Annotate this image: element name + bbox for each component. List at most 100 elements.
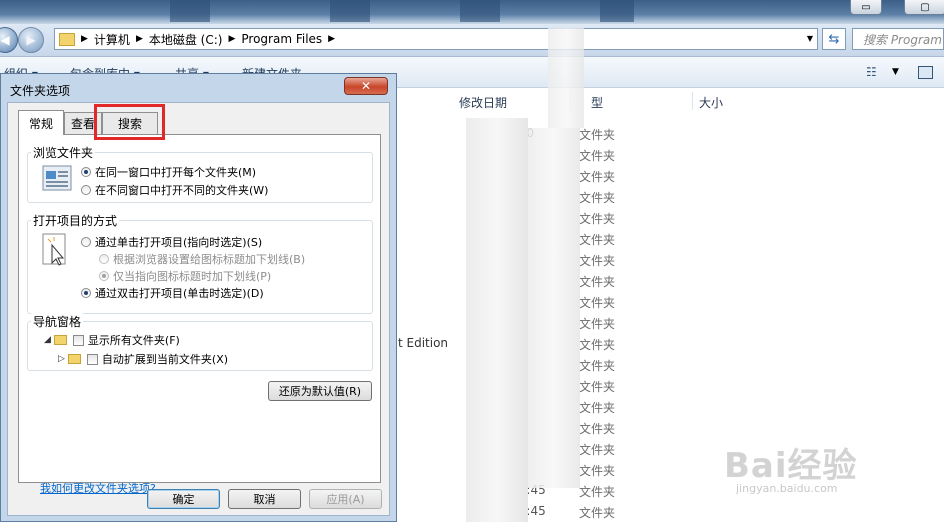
checkbox-show-all-folders[interactable] [72,334,84,346]
tree-collapsed-icon: ▷ [58,354,65,364]
show-all-folders-label: 显示所有文件夹(F) [87,334,180,347]
row-type[interactable]: 文件夹 [579,504,615,521]
folder-icon [53,335,67,345]
breadcrumb-separator-icon[interactable]: ▶ [228,34,235,44]
underline-browser-option[interactable]: 根据浏览器设置给图标标题加下划线(B) [99,251,305,267]
preview-pane-icon[interactable] [918,66,933,79]
folder-icon [67,354,81,364]
show-all-folders-option[interactable]: ◢ 显示所有文件夹(F) [44,332,180,348]
row-type[interactable]: 文件夹 [579,294,615,311]
address-dropdown-icon[interactable]: ▼ [807,34,813,43]
refresh-button[interactable]: ⇆ [822,28,846,50]
new-window-option[interactable]: 在不同窗口中打开不同的文件夹(W) [81,182,268,198]
tab-view-label: 查看 [70,117,95,131]
breadcrumb-separator-icon[interactable]: ▶ [328,34,335,44]
search-placeholder: 搜索 Program [863,32,942,47]
refresh-icon: ⇆ [828,31,840,47]
address-row: ◀ ▶ ▶ 计算机 ▶ 本地磁盘 (C:) ▶ Program Files ▶ … [0,24,944,57]
forward-button[interactable]: ▶ [18,27,44,53]
checkbox-auto-expand[interactable] [86,353,98,365]
column-separator[interactable] [692,92,693,110]
navigation-pane-title: 导航窗格 [31,313,84,330]
breadcrumb-separator-icon[interactable]: ▶ [81,34,88,44]
redaction-smear [466,118,528,522]
breadcrumb-separator-icon[interactable]: ▶ [136,34,143,44]
redaction-smear [548,28,584,128]
row-type[interactable]: 文件夹 [579,126,615,143]
row-type[interactable]: 文件夹 [579,210,615,227]
folder-options-dialog: 文件夹选项 ✕ 常规 查看 搜索 浏览文件夹 在同一窗口中打开每个文件夹(M) [0,73,397,522]
highlight-box [94,104,165,140]
row-type[interactable]: 文件夹 [579,420,615,437]
radio-underline-hover[interactable] [99,271,109,281]
blurred-titlebar-item [170,0,210,22]
view-dropdown-icon[interactable]: ▼ [892,67,899,77]
tab-general[interactable]: 常规 [18,110,64,135]
window-titlebar: ▭ ▢ [0,0,944,24]
dialog-body: 常规 查看 搜索 浏览文件夹 在同一窗口中打开每个文件夹(M) 在不同窗口中打开… [7,102,390,516]
row-type[interactable]: 文件夹 [579,399,615,416]
double-click-option[interactable]: 通过双击打开项目(单击时选定)(D) [81,285,264,301]
maximize-icon: ▢ [920,1,930,13]
radio-new-window[interactable] [81,185,91,195]
click-items-group: 打开项目的方式 通过单击打开项目(指向时选定)(S) 根据浏览器设置给图标标题加… [27,212,373,314]
back-button[interactable]: ◀ [0,27,18,53]
view-options-icon[interactable]: ☷ [866,65,877,79]
breadcrumb-program-files[interactable]: Program Files [241,32,322,46]
row-type[interactable]: 文件夹 [579,315,615,332]
breadcrumb-computer[interactable]: 计算机 [94,31,130,48]
underline-hover-option[interactable]: 仅当指向图标标题时加下划线(P) [99,268,271,284]
close-button[interactable]: ✕ [344,77,388,95]
breadcrumb-local-disk[interactable]: 本地磁盘 (C:) [149,31,223,48]
navigation-pane-group: 导航窗格 ◢ 显示所有文件夹(F) ▷ 自动扩展到当前文件夹(X) [27,313,373,371]
baidu-watermark: Bai经验 jingyan.baidu.com [724,438,924,502]
file-name-partial[interactable]: t Edition [398,336,448,350]
row-type[interactable]: 文件夹 [579,168,615,185]
row-type[interactable]: 文件夹 [579,357,615,374]
column-header-type[interactable]: 型 [591,94,603,111]
restore-defaults-button[interactable]: 还原为默认值(R) [268,381,372,401]
row-type[interactable]: 文件夹 [579,378,615,395]
apply-label: 应用(A) [326,493,365,506]
row-type[interactable]: 文件夹 [579,147,615,164]
radio-single-click[interactable] [81,237,91,247]
row-type[interactable]: 文件夹 [579,252,615,269]
row-type[interactable]: 文件夹 [579,462,615,479]
minimize-button[interactable]: ▭ [850,0,882,15]
cancel-label: 取消 [253,493,276,506]
radio-same-window[interactable] [81,167,91,177]
column-header-date[interactable]: 修改日期 [459,94,507,111]
tab-general-label: 常规 [28,116,53,131]
auto-expand-option[interactable]: ▷ 自动扩展到当前文件夹(X) [58,351,228,367]
ok-button[interactable]: 确定 [147,489,220,509]
same-window-option[interactable]: 在同一窗口中打开每个文件夹(M) [81,164,256,180]
browse-folders-title: 浏览文件夹 [31,144,96,161]
row-type[interactable]: 文件夹 [579,231,615,248]
row-type[interactable]: 文件夹 [579,336,615,353]
row-type[interactable]: 文件夹 [579,273,615,290]
row-type[interactable]: 文件夹 [579,483,615,500]
ok-label: 确定 [172,493,195,506]
column-header-size[interactable]: 大小 [699,94,723,111]
restore-defaults-label: 还原为默认值(R) [278,385,362,398]
radio-double-click[interactable] [81,288,91,298]
single-click-label: 通过单击打开项目(指向时选定)(S) [95,236,263,249]
watermark-url: jingyan.baidu.com [736,482,838,495]
tree-expanded-icon: ◢ [44,335,51,345]
close-icon: ✕ [360,79,372,93]
cancel-button[interactable]: 取消 [228,489,301,509]
auto-expand-label: 自动扩展到当前文件夹(X) [101,353,229,366]
browse-folders-icon [42,165,72,191]
maximize-button[interactable]: ▢ [904,0,944,15]
blurred-titlebar-item [330,0,370,22]
help-link[interactable]: 我如何更改文件夹选项? [40,480,156,496]
double-click-label: 通过双击打开项目(单击时选定)(D) [95,287,264,300]
address-bar[interactable]: ▶ 计算机 ▶ 本地磁盘 (C:) ▶ Program Files ▶ ▼ [54,28,818,50]
radio-underline-browser[interactable] [99,254,109,264]
row-type[interactable]: 文件夹 [579,441,615,458]
single-click-option[interactable]: 通过单击打开项目(指向时选定)(S) [81,234,262,250]
back-arrow-icon: ◀ [0,33,10,47]
search-input[interactable]: 搜索 Program [852,28,944,50]
apply-button[interactable]: 应用(A) [309,489,382,509]
row-type[interactable]: 文件夹 [579,189,615,206]
